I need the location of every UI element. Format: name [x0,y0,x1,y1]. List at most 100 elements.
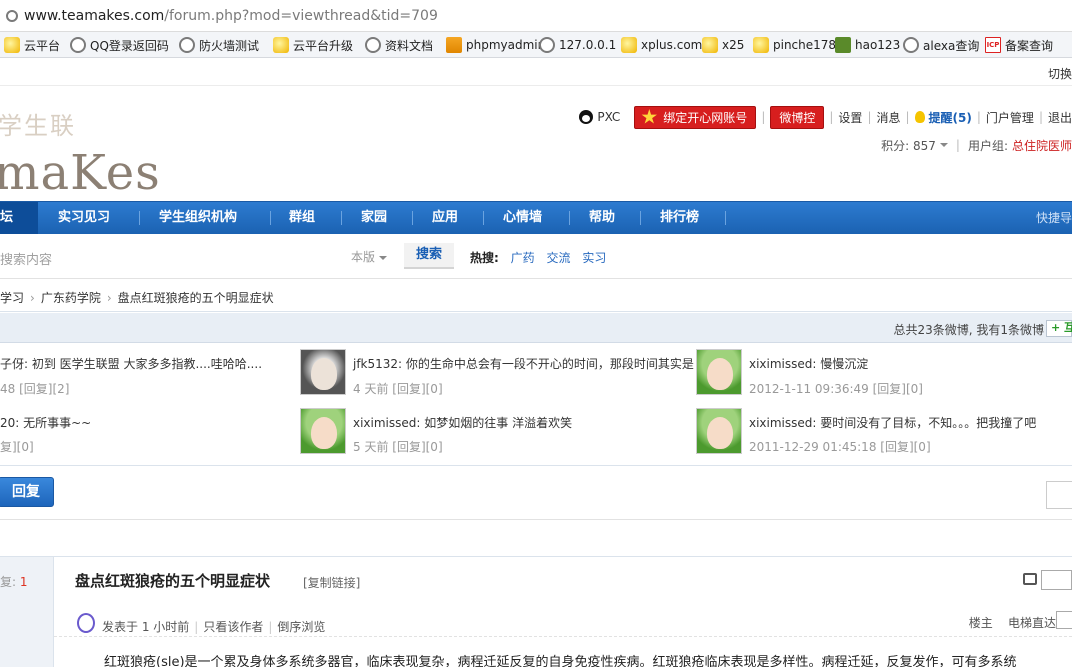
reply-count: 复: 1 [0,573,28,590]
post: 复: 1 盘点红斑狼疮的五个明显症状 [复制链接] 发表于 1 小时前 | 只看该作… [0,556,1072,667]
separator: | [761,110,766,124]
hot-keyword[interactable]: 广药 [511,251,535,265]
nav-item-forum[interactable]: 坛 [0,202,38,234]
switch-link[interactable]: 切换 [1048,65,1072,82]
nav-item-apps[interactable]: 应用 [432,202,458,234]
chevron-down-icon [939,143,948,147]
bookmark-item[interactable]: 127.0.0.1 [539,36,616,54]
cloud-icon [4,37,20,53]
post-time: 发表于 1 小时前 [102,620,190,634]
page-globe-icon [6,10,18,22]
weibo-post-text[interactable]: 20: 无所事事~~ [0,414,91,431]
weibo-post-text[interactable]: 子伢: 初到 医学生联盟 大家多多指教....哇哈哈.... [0,355,262,372]
reminders-link[interactable]: 提醒(5) [929,109,972,126]
only-author-link[interactable]: 只看该作者 [203,620,263,634]
bookmark-item[interactable]: alexa查询 [903,36,979,54]
logout-link[interactable]: 退出 [1048,109,1072,126]
bookmark-item[interactable]: ICP 备案查询 [985,36,1053,54]
bookmark-item[interactable]: x25 [702,36,744,54]
floor-jump-input[interactable] [1056,611,1072,629]
add-weibo-button[interactable]: + 互 [1046,320,1072,337]
points-link[interactable]: 积分: 857 [881,137,936,154]
weibo-post-text[interactable]: jfk5132: 你的生命中总会有一段不开心的时间，那段时间其实是 [353,355,694,372]
bookmark-item[interactable]: pinche178 [753,36,836,54]
bookmark-item[interactable]: phpmyadmin [446,36,545,54]
share-box[interactable] [1041,570,1072,590]
search-input[interactable]: 搜索内容 [0,249,52,268]
print-icon[interactable] [1023,573,1037,585]
messages-link[interactable]: 消息 [876,109,900,126]
weibo-post-text[interactable]: xiximissed: 慢慢沉淀 [749,355,868,372]
separator: | [976,110,981,124]
weibo-button[interactable]: 微博控 [770,105,825,129]
nav-item-home[interactable]: 家园 [361,202,387,234]
reply-button[interactable]: 回复 [0,477,54,507]
nav-divider [412,211,413,225]
nav-divider [725,211,726,225]
nav-item-groups[interactable]: 群组 [289,202,315,234]
chevron-right-icon: › [30,291,35,305]
bookmark-item[interactable]: 云平台 [4,36,60,54]
weibo-post-meta[interactable]: 48 [回复][2] [0,380,69,397]
nav-item-help[interactable]: 帮助 [589,202,615,234]
avatar[interactable] [696,408,742,454]
avatar[interactable] [300,349,346,395]
weibo-box: 总共23条微博, 我有1条微博 + 互 子伢: 初到 医学生联盟 大家多多指教.… [0,313,1072,466]
copy-link-button[interactable]: [复制链接] [303,574,360,591]
avatar[interactable] [300,408,346,454]
weibo-post-meta[interactable]: 2012-1-11 09:36:49 [回复][0] [749,380,923,397]
bookmark-item[interactable]: xplus.com [621,36,702,54]
avatar[interactable] [696,349,742,395]
weibo-post-meta[interactable]: 2011-12-29 01:45:18 [回复][0] [749,438,931,455]
nav-item-rankings[interactable]: 排行榜 [660,202,699,234]
plus-icon: + 互 [1051,321,1072,334]
settings-link[interactable]: 设置 [838,109,862,126]
breadcrumb-item[interactable]: 学习 [0,291,24,305]
post-body-text: (sle)是一个累及身体多系统多器官，临床表现复杂，病程迁延反复的自身免疫性疾病… [156,655,1017,667]
bookmark-label: x25 [722,38,745,52]
hot-keyword[interactable]: 实习 [582,251,606,265]
bind-kaixin-button[interactable]: 绑定开心网账号 [634,105,757,129]
icp-icon: ICP [985,37,1001,53]
avatar-face [311,358,337,390]
bookmark-item[interactable]: 防火墙测试 [179,36,259,54]
weibo-post-text[interactable]: xiximissed: 要时间没有了目标，不知。。。把我撞了吧 [749,414,1036,431]
nav-item-mood-wall[interactable]: 心情墙 [503,202,542,234]
post-floor-links: 楼主 电梯直达 [969,614,1056,631]
nav-item-student-org[interactable]: 学生组织机构 [159,202,237,234]
username-link[interactable]: PXC [597,110,620,124]
bookmark-item[interactable]: hao123 [835,36,900,54]
hot-keyword[interactable]: 交流 [546,251,570,265]
elevator-link[interactable]: 电梯直达 [1008,616,1056,630]
bookmark-label: hao123 [855,38,901,52]
usergroup-value[interactable]: 总住院医师 [1012,137,1072,154]
usergroup-label: 用户组: [967,138,1008,153]
nav-divider [640,211,641,225]
breadcrumb-item[interactable]: 广东药学院 [41,291,101,305]
topbar-switch: 切换 [0,58,1072,86]
weibo-post-text[interactable]: xiximissed: 如梦如烟的往事 洋溢着欢笑 [353,414,572,431]
nav-item-internship[interactable]: 实习见习 [58,202,110,234]
bookmark-item[interactable]: QQ登录返回码 [70,36,169,54]
bookmark-item[interactable]: 资料文档 [365,36,433,54]
weibo-post-meta[interactable]: 复][0] [0,438,34,455]
weibo-post-meta[interactable]: 5 天前 [回复][0] [353,438,443,455]
site-logo[interactable]: maKes [0,145,161,201]
search-scope-select[interactable]: 本版 [351,248,388,265]
bind-kaixin-label: 绑定开心网账号 [663,110,748,125]
breadcrumb-item[interactable]: 盘点红斑狼疮的五个明显症状 [118,291,274,305]
bookmark-label: 127.0.0.1 [559,38,617,52]
avatar-face [707,358,733,390]
cloud-icon [702,37,718,53]
bookmark-item[interactable]: 云平台升级 [273,36,353,54]
search-button[interactable]: 搜索 [404,243,454,269]
post-body-link[interactable]: 红斑狼疮 [104,655,156,667]
pager-input[interactable] [1046,481,1072,509]
weibo-post-meta[interactable]: 4 天前 [回复][0] [353,380,443,397]
url-text[interactable]: www.teamakes.com/forum.php?mod=viewthrea… [24,8,438,24]
separator: | [867,110,872,124]
portal-admin-link[interactable]: 门户管理 [986,109,1034,126]
address-bar[interactable]: www.teamakes.com/forum.php?mod=viewthrea… [0,0,1072,32]
nav-quick-links[interactable]: 快捷导 [1036,202,1072,234]
reverse-order-link[interactable]: 倒序浏览 [277,620,325,634]
